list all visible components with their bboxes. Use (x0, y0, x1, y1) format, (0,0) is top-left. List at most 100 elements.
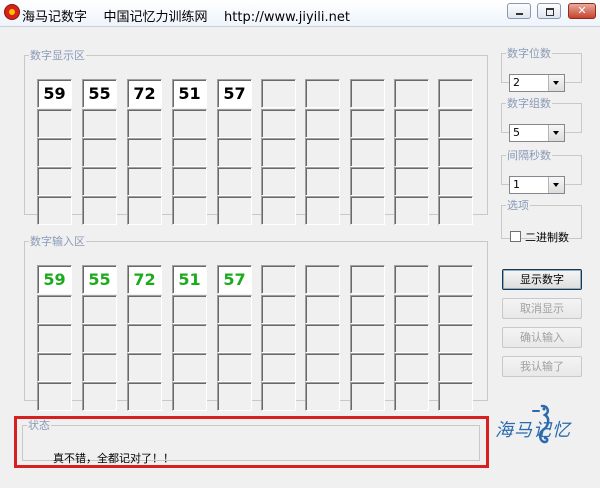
status-legend: 状态 (28, 419, 50, 432)
binary-checkbox[interactable] (510, 231, 521, 242)
input-cell[interactable] (172, 295, 207, 324)
maximize-button[interactable] (537, 3, 561, 19)
input-cell[interactable] (394, 353, 429, 382)
input-cell[interactable] (82, 382, 117, 411)
input-cell[interactable] (350, 382, 385, 411)
input-cell[interactable] (305, 265, 340, 294)
display-cell (305, 167, 340, 196)
chevron-down-icon[interactable] (548, 177, 564, 193)
chevron-down-icon[interactable] (548, 125, 564, 141)
display-cell (172, 167, 207, 196)
cancel-display-button[interactable]: 取消显示 (502, 298, 582, 319)
input-cell[interactable]: 57 (217, 265, 252, 294)
maximize-icon (538, 4, 560, 18)
input-cell[interactable] (37, 295, 72, 324)
close-icon: ✕ (577, 4, 587, 17)
options-label: 选项 (507, 199, 529, 212)
input-cell[interactable]: 55 (82, 265, 117, 294)
input-cell[interactable] (305, 382, 340, 411)
display-cell: 57 (217, 79, 252, 108)
group-count-label: 数字组数 (507, 97, 551, 110)
display-cell (438, 138, 473, 167)
group-count-select[interactable]: 5 (509, 124, 565, 142)
input-cell[interactable] (217, 295, 252, 324)
input-cell[interactable] (217, 353, 252, 382)
input-cell[interactable] (172, 353, 207, 382)
input-area-legend: 数字输入区 (30, 235, 85, 248)
input-cell[interactable] (172, 382, 207, 411)
display-cell: 72 (127, 79, 162, 108)
display-cell (350, 79, 385, 108)
input-cell[interactable] (37, 382, 72, 411)
display-cell (261, 109, 296, 138)
confirm-input-button[interactable]: 确认输入 (502, 327, 582, 348)
input-cell[interactable] (438, 265, 473, 294)
input-cell[interactable] (217, 324, 252, 353)
close-button[interactable]: ✕ (568, 3, 596, 19)
display-cell (438, 79, 473, 108)
input-cell[interactable] (217, 382, 252, 411)
display-cell (82, 109, 117, 138)
input-cell[interactable] (438, 353, 473, 382)
input-cell[interactable] (127, 295, 162, 324)
input-cell[interactable] (394, 295, 429, 324)
input-cell[interactable] (394, 324, 429, 353)
give-up-button[interactable]: 我认输了 (502, 356, 582, 377)
input-cell[interactable] (82, 295, 117, 324)
digit-count-select[interactable]: 2 (509, 74, 565, 92)
digit-count-group: 数字位数 2 (501, 45, 582, 92)
digit-count-label: 数字位数 (507, 47, 551, 60)
input-cell[interactable]: 59 (37, 265, 72, 294)
display-cell (438, 109, 473, 138)
input-cell[interactable] (261, 265, 296, 294)
display-cell (127, 196, 162, 225)
interval-value: 1 (513, 178, 520, 191)
interval-select[interactable]: 1 (509, 176, 565, 194)
input-cell[interactable] (261, 382, 296, 411)
input-cell[interactable] (261, 324, 296, 353)
input-cell[interactable] (305, 324, 340, 353)
input-cell[interactable] (261, 353, 296, 382)
input-cell[interactable] (261, 295, 296, 324)
show-digits-button[interactable]: 显示数字 (502, 269, 582, 290)
group-count-value: 5 (513, 126, 520, 139)
input-cell[interactable] (350, 353, 385, 382)
input-cell[interactable] (394, 265, 429, 294)
display-cell (261, 167, 296, 196)
display-cell (261, 79, 296, 108)
input-cell[interactable] (82, 324, 117, 353)
display-cell (37, 109, 72, 138)
display-cell (82, 196, 117, 225)
input-cell[interactable] (305, 353, 340, 382)
input-cell[interactable] (350, 324, 385, 353)
input-cell[interactable] (172, 324, 207, 353)
input-cell[interactable] (37, 353, 72, 382)
display-cell (394, 138, 429, 167)
input-cell[interactable] (438, 324, 473, 353)
input-cell[interactable] (438, 295, 473, 324)
binary-checkbox-label[interactable]: 二进制数 (525, 229, 569, 245)
display-cell (394, 167, 429, 196)
display-cell: 59 (37, 79, 72, 108)
display-cell (438, 196, 473, 225)
input-cell[interactable] (394, 382, 429, 411)
input-cell[interactable] (350, 265, 385, 294)
input-cell[interactable]: 51 (172, 265, 207, 294)
display-cell (37, 167, 72, 196)
input-cell[interactable] (438, 382, 473, 411)
display-cell (217, 196, 252, 225)
display-cell (172, 196, 207, 225)
input-cell[interactable] (127, 382, 162, 411)
chevron-down-icon[interactable] (548, 75, 564, 91)
input-cell[interactable] (37, 324, 72, 353)
input-cell[interactable] (127, 353, 162, 382)
input-cell[interactable] (127, 324, 162, 353)
input-cell[interactable] (350, 295, 385, 324)
display-cell (127, 167, 162, 196)
input-cell[interactable] (82, 353, 117, 382)
minimize-button[interactable] (507, 3, 531, 19)
input-cell[interactable] (305, 295, 340, 324)
input-cell[interactable]: 72 (127, 265, 162, 294)
display-cell (438, 167, 473, 196)
display-cell (305, 109, 340, 138)
